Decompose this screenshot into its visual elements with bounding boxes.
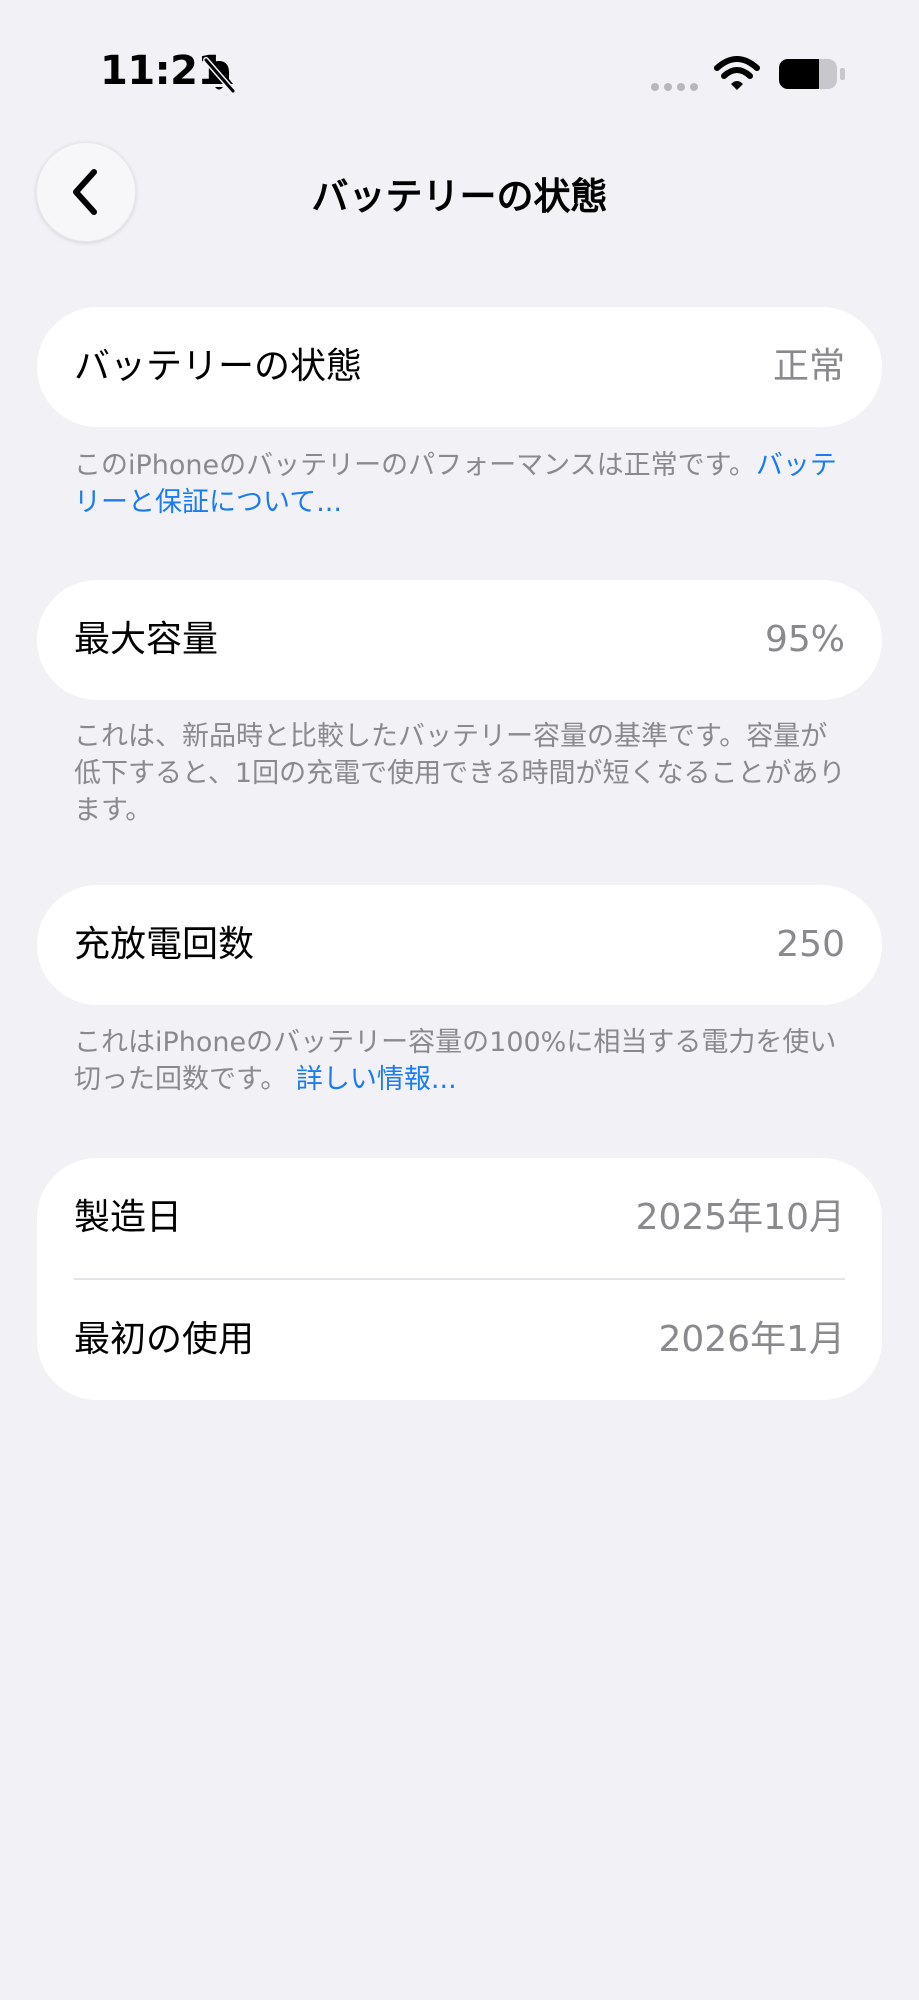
more-info-link[interactable]: 詳しい情報... — [296, 1064, 457, 1095]
battery-health-card: バッテリーの状態 正常 — [37, 307, 882, 427]
maximum-capacity-value: 95% — [764, 619, 845, 660]
manufacture-date-label: 製造日 — [74, 1197, 183, 1238]
first-use-label: 最初の使用 — [74, 1319, 255, 1360]
maximum-capacity-note: これは、新品時と比較したバッテリー容量の基準です。容量が低下すると、1回の充電で… — [74, 721, 846, 826]
dates-card: 製造日 2025年10月 最初の使用 2026年1月 — [37, 1158, 882, 1400]
manufacture-date-value: 2025年10月 — [635, 1197, 845, 1238]
battery-health-note-text: このiPhoneのバッテリーのパフォーマンスは正常です。 — [74, 450, 756, 481]
cycle-count-label: 充放電回数 — [74, 924, 255, 965]
manufacture-date-row: 製造日 2025年10月 — [37, 1158, 882, 1280]
cellular-signal-icon — [651, 83, 698, 91]
bell-slash-icon — [203, 57, 236, 94]
status-bar: 11:21 — [0, 0, 919, 120]
cycle-count-card: 充放電回数 250 — [37, 885, 882, 1005]
battery-icon — [779, 59, 845, 89]
maximum-capacity-row: 最大容量 95% — [37, 580, 882, 700]
first-use-value: 2026年1月 — [658, 1319, 845, 1360]
battery-health-note: このiPhoneのバッテリーのパフォーマンスは正常です。バッテリーと保証について… — [74, 447, 854, 521]
battery-health-row: バッテリーの状態 正常 — [37, 307, 882, 427]
maximum-capacity-card: 最大容量 95% — [37, 580, 882, 700]
battery-health-screen: 11:21 バッテリーの状態 バッテリーの状態 正常 このiPhoneのバッテリ… — [0, 0, 919, 2000]
cycle-count-row: 充放電回数 250 — [37, 885, 882, 1005]
cycle-count-note: これはiPhoneのバッテリー容量の100%に相当する電力を使い切った回数です。… — [74, 1024, 854, 1098]
cycle-count-value: 250 — [776, 924, 845, 965]
first-use-row: 最初の使用 2026年1月 — [37, 1278, 882, 1400]
battery-health-value: 正常 — [772, 346, 845, 387]
maximum-capacity-label: 最大容量 — [74, 619, 219, 660]
page-title: バッテリーの状態 — [311, 175, 608, 218]
battery-health-label: バッテリーの状態 — [74, 346, 363, 387]
wifi-icon — [714, 56, 760, 90]
